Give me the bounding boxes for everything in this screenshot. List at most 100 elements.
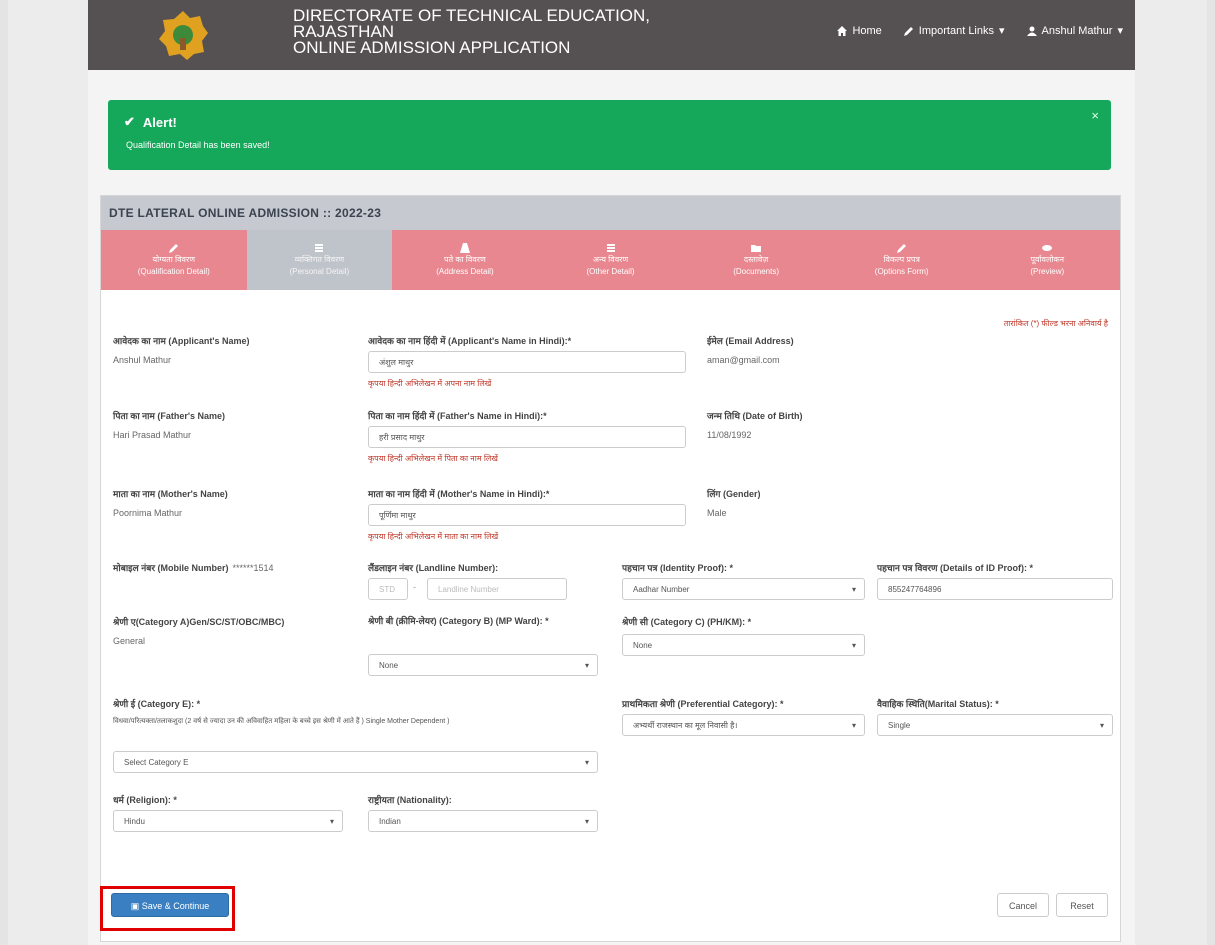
cancel-button[interactable]: Cancel (997, 893, 1049, 917)
applicant-name-value: Anshul Mathur (113, 355, 172, 365)
dob-value: 11/08/1992 (707, 430, 752, 440)
tab-qualification[interactable]: योग्यता विवरण (Qualification Detail) (101, 230, 247, 290)
tab-en: (Preview) (1030, 267, 1065, 276)
chevron-down-icon: ▾ (1117, 25, 1123, 37)
pencil-icon (168, 243, 179, 253)
landline-placeholder: Landline Number (438, 585, 499, 594)
religion-value: Hindu (124, 817, 145, 826)
tab-en: (Documents) (733, 267, 779, 276)
std-code-input[interactable]: STD (368, 578, 408, 600)
nav-user-label: Anshul Mathur (1041, 24, 1113, 37)
mother-name-hindi-input[interactable]: पूर्णिमा माथुर (368, 504, 686, 526)
home-icon (837, 25, 848, 36)
father-name-hindi-error: कृपया हिन्दी अभिलेखन में पिता का नाम लिख… (368, 454, 498, 463)
father-name-field: पिता का नाम (Father's Name) Hari Prasad … (113, 409, 225, 440)
dob-field: जन्म तिथि (Date of Birth) 11/08/1992 (707, 409, 802, 440)
nav-links-label: Important Links (918, 24, 994, 37)
category-c-select[interactable]: None ▾ (622, 634, 865, 656)
site-header: DIRECTORATE OF TECHNICAL EDUCATION, RAJA… (88, 0, 1135, 70)
nav-user-menu[interactable]: Anshul Mathur ▾ (1026, 24, 1123, 37)
step-tabs: योग्यता विवरण (Qualification Detail) व्य… (101, 230, 1120, 290)
father-name-hindi-field: पिता का नाम हिंदी में (Father's Name in … (368, 409, 547, 422)
top-nav: Home Important Links ▾ Anshul Mathur ▾ (837, 24, 1123, 37)
religion-select[interactable]: Hindu ▾ (113, 810, 343, 832)
category-a-label: श्रेणी ए(Category A)Gen/SC/ST/OBC/MBC) (113, 617, 285, 627)
id-details-input[interactable]: 855247764896 (877, 578, 1113, 600)
pencil-icon (896, 243, 907, 253)
tab-hi: व्यक्तिगत विवरण (294, 255, 345, 264)
category-e-select[interactable]: Select Category E ▾ (113, 751, 598, 773)
father-name-label: पिता का नाम (Father's Name) (113, 411, 226, 421)
gender-label: लिंग (Gender) (707, 489, 761, 499)
id-proof-select[interactable]: Aadhar Number ▾ (622, 578, 865, 600)
reset-button[interactable]: Reset (1056, 893, 1108, 917)
category-b-select[interactable]: None ▾ (368, 654, 598, 676)
tab-options[interactable]: विकल्प प्रपत्र (Options Form) (829, 230, 975, 290)
rajasthan-logo-icon (159, 11, 208, 60)
religion-label: धर्म (Religion): * (113, 795, 177, 805)
mother-name-hindi-label: माता का नाम हिंदी में (Mother's Name in … (368, 489, 550, 499)
mother-name-hindi-field: माता का नाम हिंदी में (Mother's Name in … (368, 487, 549, 500)
landline-label: लैंडलाइन नंबर (Landline Number): (368, 563, 499, 573)
preferential-field: प्राथमिकता श्रेणी (Preferential Category… (622, 697, 784, 710)
tab-address[interactable]: पते का विवरण (Address Detail) (392, 230, 538, 290)
nationality-label: राष्ट्रीयता (Nationality): (368, 795, 452, 805)
tab-hi: पते का विवरण (444, 255, 486, 264)
list-icon (606, 243, 616, 253)
nav-home[interactable]: Home (837, 24, 882, 37)
alert-message: Qualification Detail has been saved! (126, 140, 270, 150)
nationality-value: Indian (379, 817, 401, 826)
category-a-field: श्रेणी ए(Category A)Gen/SC/ST/OBC/MBC) G… (113, 615, 284, 646)
category-e-label: श्रेणी ई (Category E): * (113, 699, 201, 709)
category-a-value: General (113, 636, 146, 646)
mother-name-label: माता का नाम (Mother's Name) (113, 489, 228, 499)
marital-select[interactable]: Single ▾ (877, 714, 1113, 736)
father-name-hindi-input[interactable]: हरी प्रसाद माथुर (368, 426, 686, 448)
preferential-value: अभ्यर्थी राजस्थान का मूल निवासी है। (633, 721, 738, 730)
email-label: ईमेल (Email Address) (707, 336, 794, 346)
nav-home-label: Home (852, 24, 882, 37)
chevron-down-icon: ▾ (584, 758, 589, 767)
category-b-field: श्रेणी बी (क्रीमि-लेयर) (Category B) (MP… (368, 615, 598, 627)
save-continue-button[interactable]: ▣ Save & Continue (111, 893, 229, 917)
admission-panel: DTE LATERAL ONLINE ADMISSION :: 2022-23 … (100, 195, 1121, 942)
tab-hi: पूर्वावलोकन (1030, 255, 1065, 264)
chevron-down-icon: ▾ (851, 585, 856, 594)
alert-close-button[interactable]: × (1091, 108, 1099, 123)
std-placeholder: STD (379, 585, 395, 594)
tab-en: (Personal Detail) (289, 267, 350, 276)
preferential-select[interactable]: अभ्यर्थी राजस्थान का मूल निवासी है। ▾ (622, 714, 865, 736)
tab-en: (Other Detail) (586, 267, 635, 276)
category-c-label: श्रेणी सी (Category C) (PH/KM): * (622, 617, 752, 627)
chevron-down-icon: ▾ (851, 721, 856, 730)
road-icon (459, 243, 470, 253)
id-proof-field: पहचान पत्र (Identity Proof): * (622, 561, 733, 574)
tab-other[interactable]: अन्य विवरण (Other Detail) (538, 230, 684, 290)
tab-documents[interactable]: दस्तावेज़ (Documents) (683, 230, 829, 290)
category-c-value: None (633, 641, 653, 650)
id-proof-value: Aadhar Number (633, 585, 690, 594)
applicant-name-hindi-input[interactable]: अंशुल माथुर (368, 351, 686, 373)
tab-hi: दस्तावेज़ (743, 255, 769, 264)
save-icon: ▣ (130, 901, 140, 911)
landline-input[interactable]: Landline Number (427, 578, 567, 600)
landline-field: लैंडलाइन नंबर (Landline Number): (368, 561, 498, 574)
tab-hi: योग्यता विवरण (152, 255, 196, 264)
chevron-down-icon: ▾ (851, 641, 856, 650)
personal-detail-form: तारांकित (*) फील्ड भरना अनिवार्य है आवेद… (101, 290, 1120, 832)
tab-personal[interactable]: व्यक्तिगत विवरण (Personal Detail) (246, 230, 393, 290)
category-e-value: Select Category E (124, 758, 189, 767)
tab-en: (Qualification Detail) (137, 267, 210, 276)
category-b-value: None (379, 661, 399, 670)
right-margin (1207, 0, 1215, 945)
eye-icon (1042, 243, 1053, 253)
mobile-label: मोबाइल नंबर (Mobile Number) (113, 563, 229, 573)
id-details-label: पहचान पत्र विवरण (Details of ID Proof): … (877, 563, 1034, 573)
category-e-field: श्रेणी ई (Category E): * विधवा/परित्यक्त… (113, 697, 593, 727)
nationality-select[interactable]: Indian ▾ (368, 810, 598, 832)
nav-important-links[interactable]: Important Links ▾ (903, 24, 1005, 37)
mother-name-value: Poornima Mathur (113, 508, 183, 518)
applicant-name-hindi-field: आवेदक का नाम हिंदी में (Applicant's Name… (368, 334, 571, 347)
tab-preview[interactable]: पूर्वावलोकन (Preview) (974, 230, 1120, 290)
father-name-value: Hari Prasad Mathur (113, 430, 192, 440)
